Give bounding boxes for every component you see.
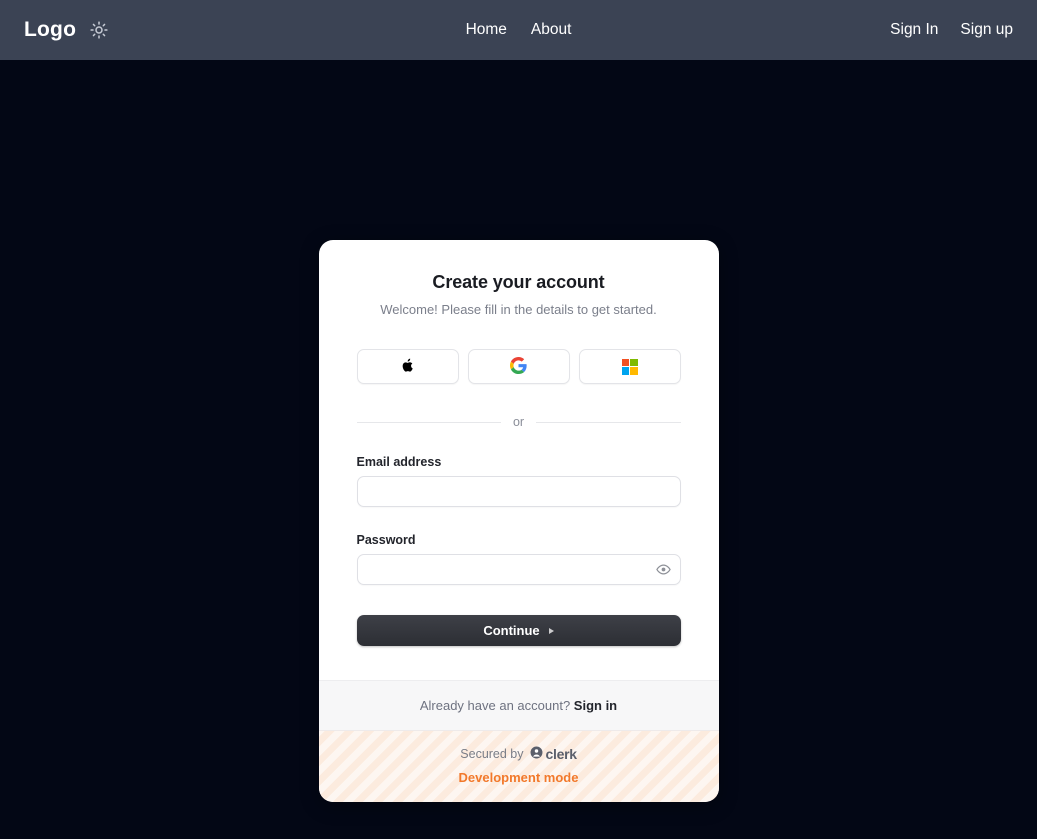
divider-line-left — [356, 421, 501, 423]
signup-card: Create your account Welcome! Please fill… — [318, 240, 719, 802]
continue-button[interactable]: Continue — [356, 615, 681, 646]
sign-up-with-google-button[interactable] — [467, 349, 570, 384]
apple-icon — [399, 357, 416, 377]
auth-nav-links: Sign In Sign up — [890, 21, 1013, 39]
brand-logo[interactable]: Logo — [24, 18, 76, 42]
signin-prompt-text: Already have an account? — [419, 698, 571, 713]
sign-up-with-microsoft-button[interactable] — [578, 349, 681, 384]
email-field-group: Email address — [356, 455, 681, 507]
google-icon — [510, 356, 527, 377]
nav-link-sign-up[interactable]: Sign up — [960, 21, 1013, 39]
secured-by-text: Secured by — [460, 747, 524, 761]
microsoft-icon — [621, 358, 638, 375]
sign-in-link[interactable]: Sign in — [574, 698, 617, 713]
password-input-wrapper — [356, 554, 681, 585]
development-mode-label: Development mode — [458, 770, 579, 785]
nav-link-home[interactable]: Home — [466, 21, 507, 39]
clerk-wordmark: clerk — [545, 746, 578, 762]
email-label: Email address — [356, 455, 442, 469]
signup-card-body: Create your account Welcome! Please fill… — [319, 240, 719, 680]
page-subtitle: Welcome! Please fill in the details to g… — [380, 302, 657, 317]
social-provider-row — [356, 349, 681, 384]
caret-right-icon — [548, 627, 554, 634]
email-input-wrapper — [356, 476, 681, 507]
top-navbar: Logo Home About Sign In Sign up — [0, 0, 1037, 60]
divider-label: or — [512, 415, 525, 429]
brand-group: Logo — [24, 18, 110, 42]
clerk-brand: clerk — [530, 746, 577, 762]
secured-by-clerk-badge[interactable]: Secured by clerk — [319, 746, 719, 762]
clerk-logo-icon — [530, 746, 543, 762]
sun-icon[interactable] — [88, 19, 110, 41]
nav-link-sign-in[interactable]: Sign In — [890, 21, 938, 39]
primary-nav-links: Home About — [466, 21, 572, 39]
email-input[interactable] — [356, 476, 681, 507]
signin-prompt-footer: Already have an account? Sign in — [318, 680, 719, 730]
page-body: Create your account Welcome! Please fill… — [0, 60, 1037, 839]
nav-link-about[interactable]: About — [531, 21, 572, 39]
password-field-group: Password — [356, 533, 681, 585]
password-label: Password — [356, 533, 416, 547]
development-mode-strip: Secured by clerk Development mode — [318, 730, 719, 802]
or-divider: or — [356, 415, 681, 429]
page-title: Create your account — [432, 272, 605, 292]
eye-icon[interactable] — [655, 561, 673, 579]
continue-button-label: Continue — [483, 623, 540, 638]
sign-up-with-apple-button[interactable] — [356, 349, 459, 384]
divider-line-right — [536, 421, 681, 423]
password-input[interactable] — [356, 554, 681, 585]
